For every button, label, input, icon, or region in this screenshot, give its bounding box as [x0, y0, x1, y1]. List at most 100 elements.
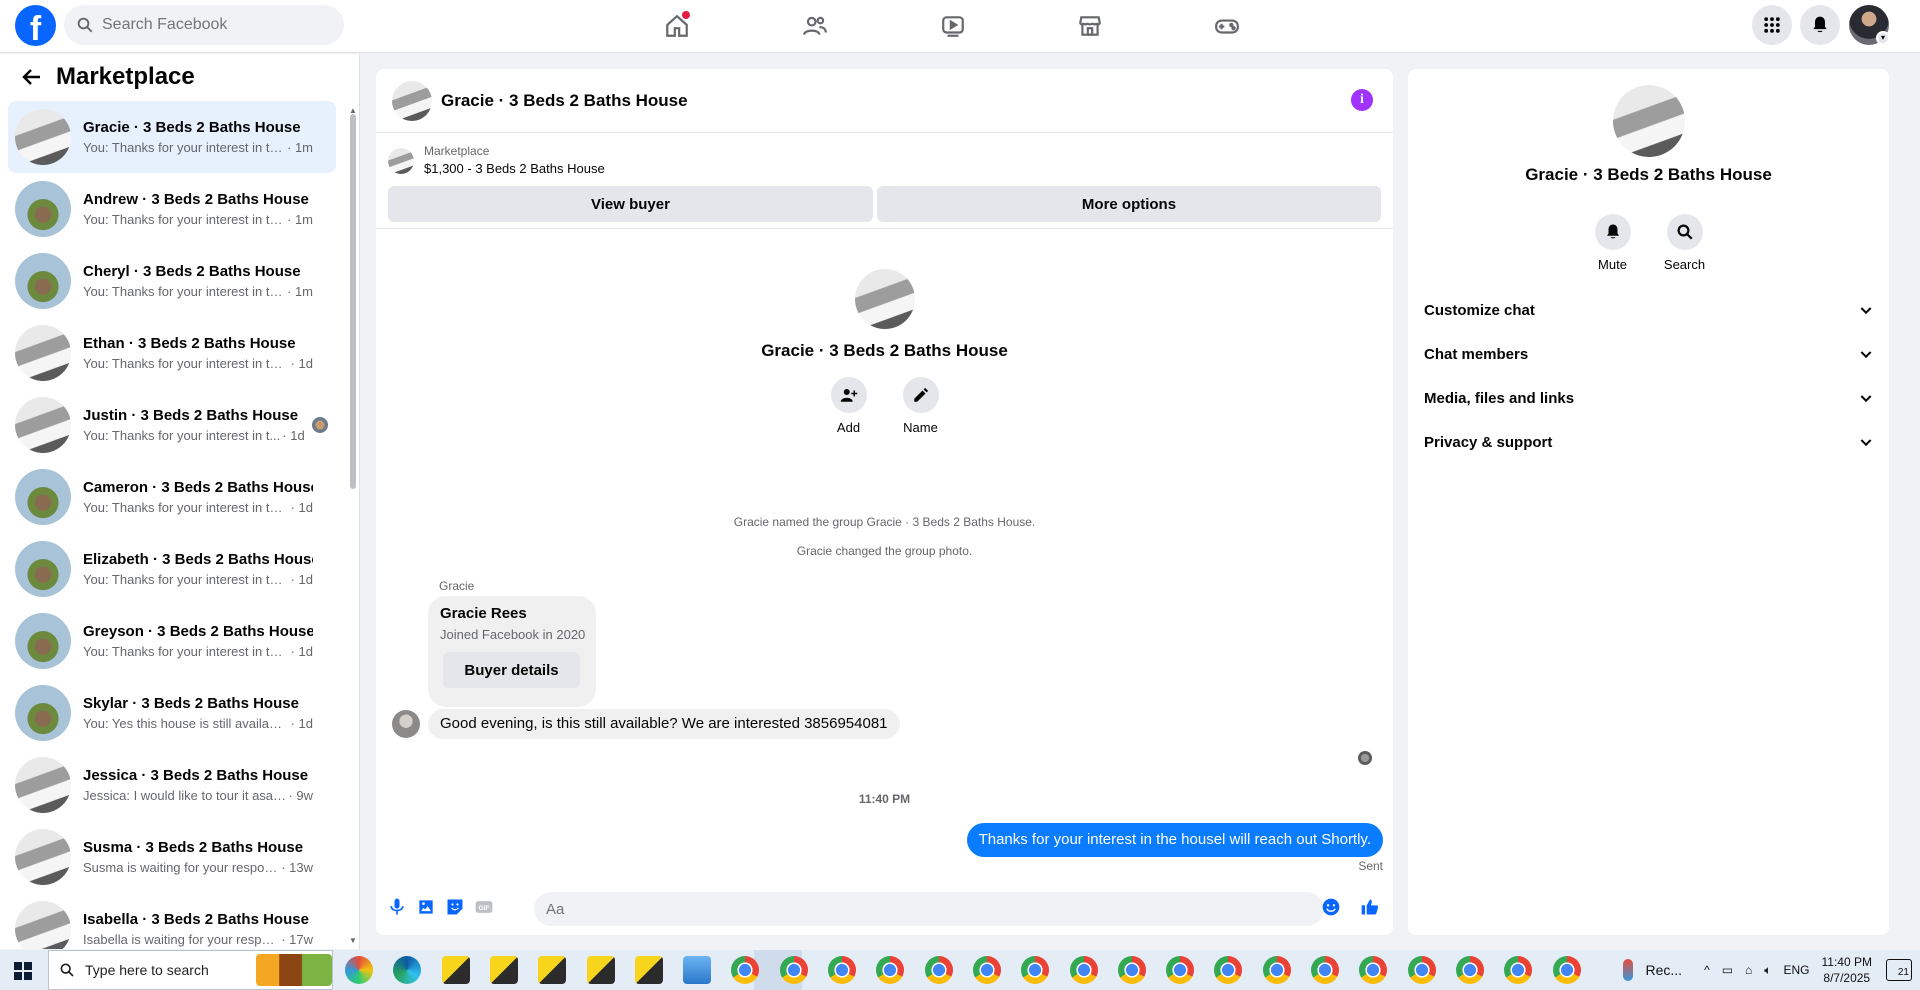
conversation-item[interactable]: Greyson · 3 Beds 2 Baths House You: Thank…	[8, 605, 336, 677]
attach-photo-button[interactable]	[415, 896, 437, 918]
nav-marketplace[interactable]	[1070, 8, 1110, 44]
info-section-row[interactable]: Chat members	[1424, 332, 1874, 376]
conversation-item[interactable]: Ethan · 3 Beds 2 Baths House You: Thanks …	[8, 317, 336, 389]
volume-icon[interactable]: 🔈︎	[1764, 963, 1771, 978]
chrome-app-icon[interactable]	[1117, 956, 1146, 984]
nav-friends[interactable]	[795, 8, 835, 44]
taskbar-clock[interactable]: 11:40 PM 8/7/2025	[1822, 954, 1872, 986]
recorder-label[interactable]: Rec...	[1645, 962, 1682, 978]
outgoing-message[interactable]: Thanks for your interest in the housel w…	[966, 823, 1383, 857]
note-app-icon[interactable]	[634, 956, 663, 984]
paint-app-icon[interactable]	[345, 956, 373, 984]
conversation-avatar	[15, 109, 71, 165]
chrome-app-icon[interactable]	[1069, 956, 1098, 984]
chevron-down-icon[interactable]: ▾	[1876, 31, 1890, 45]
info-section-row[interactable]: Media, files and links	[1424, 376, 1874, 420]
conversation-item[interactable]: Isabella · 3 Beds 2 Baths House Isabella …	[8, 893, 336, 949]
chrome-app-icon[interactable]	[1407, 956, 1436, 984]
chat-avatar[interactable]	[392, 80, 432, 121]
add-member-button[interactable]: Add	[829, 377, 869, 435]
facebook-search-box[interactable]	[64, 5, 344, 45]
sticker-icon	[447, 899, 463, 915]
chrome-app-icon[interactable]	[1262, 956, 1291, 984]
conversation-item[interactable]: Cheryl · 3 Beds 2 Baths House You: Thanks…	[8, 245, 336, 317]
rename-button[interactable]: Name	[901, 377, 941, 435]
chrome-app-icon[interactable]	[1311, 956, 1339, 984]
facebook-search-input[interactable]	[102, 16, 322, 34]
conversation-preview-row: You: Thanks for your interest in the... ·…	[83, 284, 313, 299]
scroll-down-arrow-icon[interactable]: ▼	[349, 936, 357, 945]
files-app-icon[interactable]	[683, 956, 712, 984]
nav-watch[interactable]	[933, 8, 973, 44]
conversation-item[interactable]: Andrew · 3 Beds 2 Baths House You: Thanks…	[8, 173, 336, 245]
gif-button[interactable]: GIF	[473, 896, 495, 918]
chrome-app-icon[interactable]	[1455, 956, 1484, 984]
conversation-item[interactable]: Elizabeth · 3 Beds 2 Baths House You: Tha…	[8, 533, 336, 605]
chrome-app-icon[interactable]	[924, 956, 953, 984]
info-icon[interactable]: i	[1351, 89, 1373, 111]
conversation-item[interactable]: Justin · 3 Beds 2 Baths House You: Thanks…	[8, 389, 336, 461]
note-app-icon[interactable]	[586, 956, 615, 984]
sticker-button[interactable]	[444, 896, 466, 918]
facebook-logo[interactable]: f	[15, 5, 56, 46]
add-label: Add	[836, 420, 861, 435]
listing-price[interactable]: $1,300 - 3 Beds 2 Baths House	[424, 161, 605, 176]
chrome-app-icon[interactable]	[1552, 956, 1581, 984]
conversation-time: · 1d	[290, 572, 313, 587]
system-message: Gracie changed the group photo.	[796, 544, 973, 558]
search-in-chat-button[interactable]: Search	[1664, 214, 1705, 272]
scroll-thumb[interactable]	[350, 114, 356, 489]
network-icon[interactable]: ⌂	[1745, 963, 1752, 977]
chrome-app-icon[interactable]	[972, 956, 1001, 984]
nav-gaming[interactable]	[1207, 8, 1247, 44]
language-indicator[interactable]: ENG	[1784, 963, 1810, 977]
notifications-button[interactable]	[1800, 5, 1840, 45]
chrome-app-icon[interactable]	[1359, 956, 1388, 984]
notification-center-icon[interactable]: 21	[1886, 959, 1912, 981]
incoming-message[interactable]: Good evening, is this still available? W…	[428, 709, 900, 739]
chrome-app-icon[interactable]	[779, 956, 808, 984]
windows-start-icon[interactable]	[14, 962, 32, 980]
info-section-row[interactable]: Privacy & support	[1424, 420, 1874, 464]
like-button[interactable]	[1359, 896, 1381, 918]
conversation-preview: You: Thanks for your interest in the ...	[83, 500, 289, 515]
mute-button[interactable]: Mute	[1593, 214, 1633, 272]
battery-icon[interactable]: ▭	[1722, 963, 1733, 977]
chrome-app-icon[interactable]	[876, 956, 905, 984]
edge-app-icon[interactable]	[393, 956, 422, 984]
chrome-app-icon[interactable]	[1214, 956, 1243, 984]
nav-home[interactable]	[657, 8, 697, 44]
temperature-icon[interactable]	[1623, 959, 1634, 981]
back-arrow-icon[interactable]	[20, 65, 44, 89]
search-icon	[1677, 224, 1693, 240]
message-input[interactable]	[534, 892, 1324, 926]
menu-button[interactable]	[1752, 5, 1792, 45]
mute-label: Mute	[1598, 257, 1627, 272]
chrome-app-icon[interactable]	[1504, 956, 1533, 984]
chrome-app-icon[interactable]	[1166, 956, 1195, 984]
chrome-app-icon[interactable]	[828, 956, 856, 984]
conversation-time: · 1d	[290, 356, 313, 371]
buyer-details-button[interactable]: Buyer details	[443, 652, 580, 688]
conversation-item[interactable]: Skylar · 3 Beds 2 Baths House You: Yes th…	[8, 677, 336, 749]
conversation-scrollbar[interactable]: ▲ ▼	[348, 54, 358, 949]
chevron-up-icon[interactable]: ^	[1704, 963, 1710, 977]
note-app-icon[interactable]	[489, 956, 518, 984]
conversation-item[interactable]: Gracie · 3 Beds 2 Baths House You: Thanks…	[8, 101, 336, 173]
conversation-item[interactable]: Jessica · 3 Beds 2 Baths House Jessica: I…	[8, 749, 336, 821]
info-section-row[interactable]: Customize chat	[1424, 288, 1874, 332]
marketplace-conversation-list: Marketplace Gracie · 3 Beds 2 Baths Hous…	[0, 54, 360, 949]
conversation-item[interactable]: Susma · 3 Beds 2 Baths House Susma is wai…	[8, 821, 336, 893]
voice-clip-button[interactable]	[386, 896, 408, 918]
sender-avatar[interactable]	[392, 710, 420, 738]
note-app-icon[interactable]	[441, 956, 470, 984]
chat-title[interactable]: Gracie · 3 Beds 2 Baths House	[441, 91, 688, 111]
listing-thumbnail[interactable]	[388, 148, 414, 174]
note-app-icon[interactable]	[538, 956, 567, 984]
chrome-app-icon[interactable]	[1021, 956, 1050, 984]
more-options-button[interactable]: More options	[877, 186, 1381, 222]
view-buyer-button[interactable]: View buyer	[388, 186, 873, 222]
conversation-item[interactable]: Cameron · 3 Beds 2 Baths House You: Thank…	[8, 461, 336, 533]
emoji-button[interactable]	[1320, 896, 1342, 918]
conversation-preview: You: Thanks for your interest in the...	[83, 140, 285, 155]
